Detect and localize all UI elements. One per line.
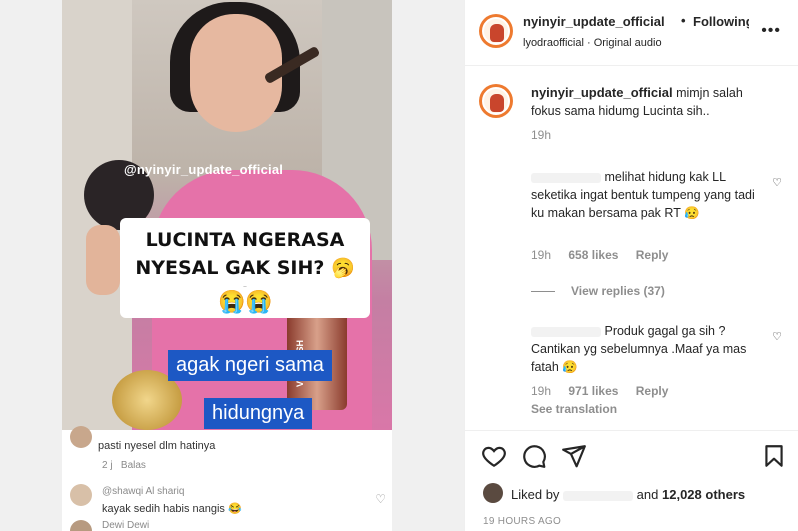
overlay-text-line-1: agak ngeri sama xyxy=(168,350,332,381)
embedded-comment-text: kayak sedih habis nangis 😂 xyxy=(102,503,242,515)
video-caption-emoji: 😭😭 xyxy=(212,287,279,317)
avatar[interactable] xyxy=(479,84,513,118)
header-separator: • xyxy=(681,13,686,28)
comment-likes[interactable]: 971 likes xyxy=(568,384,618,398)
avatar xyxy=(70,484,92,506)
comment-time[interactable]: 19h xyxy=(531,248,551,262)
embedded-comment-user: Dewi Dewi xyxy=(102,520,150,531)
avatar xyxy=(70,426,92,448)
avatar[interactable] xyxy=(483,483,503,503)
caption-time[interactable]: 19h xyxy=(531,128,551,142)
see-translation-button[interactable]: See translation xyxy=(531,402,617,416)
post-actions: Liked by and 12,028 others 19 HOURS AGO xyxy=(465,430,798,531)
post-header: nyinyir_update_official • Following lyod… xyxy=(465,0,798,66)
liked-by-summary[interactable]: Liked by and 12,028 others xyxy=(511,487,745,502)
embedded-comment-reply: Balas xyxy=(120,460,146,471)
comment-item: Produk gagal ga sih ? Cantikan yg sebelu… xyxy=(531,322,771,376)
post-side-panel: nyinyir_update_official • Following lyod… xyxy=(464,0,798,531)
heart-outline-icon: ♡ xyxy=(375,492,386,506)
reply-button[interactable]: Reply xyxy=(636,248,669,262)
liked-by-count[interactable]: 12,028 others xyxy=(662,487,745,502)
view-replies-label: View replies (37) xyxy=(571,284,665,298)
more-horizontal-icon[interactable]: ••• xyxy=(761,22,781,40)
hand xyxy=(86,225,120,295)
hidden-username xyxy=(563,490,634,501)
caption-username[interactable]: nyinyir_update_official xyxy=(531,85,673,100)
audio-subline[interactable]: lyodraofficial · Original audio xyxy=(523,37,662,49)
view-replies-button[interactable]: View replies (37) xyxy=(531,284,665,298)
comment-time[interactable]: 19h xyxy=(531,384,551,398)
comment-meta: 19h 658 likes Reply xyxy=(531,248,682,262)
comment-item: melihat hidung kak LL seketika ingat ben… xyxy=(531,168,771,222)
heart-icon[interactable] xyxy=(481,443,507,469)
following-button[interactable]: Following xyxy=(693,14,749,29)
overlay-text-line-2: hidungnya xyxy=(204,398,313,429)
bookmark-icon[interactable] xyxy=(761,443,787,469)
divider xyxy=(531,291,555,293)
comment-likes[interactable]: 658 likes xyxy=(568,248,618,262)
embedded-comment-meta: 2 j Balas xyxy=(102,460,146,471)
video-frame[interactable]: VIDBRUSH @nyinyir_update_official LUCINT… xyxy=(62,0,392,430)
post-media[interactable]: VIDBRUSH @nyinyir_update_official LUCINT… xyxy=(0,0,464,531)
comment-meta: 19h 971 likes Reply xyxy=(531,384,682,398)
comment-icon[interactable] xyxy=(521,443,547,469)
avatar[interactable] xyxy=(479,14,513,48)
heart-outline-icon[interactable]: ♡ xyxy=(772,330,782,343)
embedded-comments: pasti nyesel dlm hatinya 2 j Balas @shaw… xyxy=(62,426,392,531)
avatar-image xyxy=(482,87,510,115)
hidden-username xyxy=(531,172,601,183)
heart-outline-icon[interactable]: ♡ xyxy=(772,176,782,189)
embedded-comment-text: pasti nyesel dlm hatinya xyxy=(98,440,216,452)
hidden-username xyxy=(531,326,601,337)
reply-button[interactable]: Reply xyxy=(636,384,669,398)
post-caption: nyinyir_update_official mimjn salah foku… xyxy=(531,84,761,120)
embedded-comment-user: @shawqi Al shariq xyxy=(102,486,185,497)
video-caption-line-1: LUCINTA NGERASA xyxy=(145,229,345,251)
liked-by-prefix: Liked by xyxy=(511,487,560,502)
embedded-comment-time: 2 j xyxy=(102,460,113,471)
liked-by-and: and xyxy=(636,487,659,502)
video-watermark: @nyinyir_update_official xyxy=(124,162,284,177)
header-username[interactable]: nyinyir_update_official xyxy=(523,14,665,29)
share-icon[interactable] xyxy=(561,443,587,469)
avatar xyxy=(70,520,92,531)
avatar-image xyxy=(482,17,510,45)
post-time[interactable]: 19 HOURS AGO xyxy=(483,516,561,527)
